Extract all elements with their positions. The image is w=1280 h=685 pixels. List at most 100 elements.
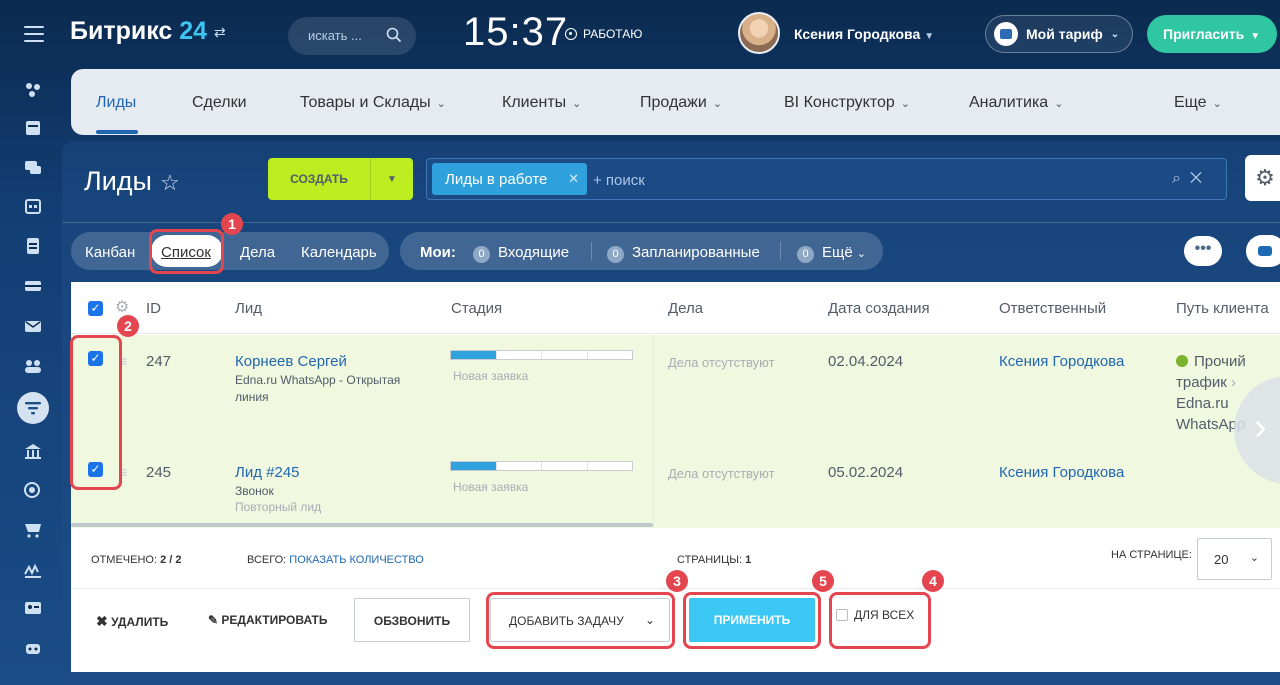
portal-switch-icon[interactable]: ⇄ — [214, 24, 226, 41]
delete-button[interactable]: ✖ УДАЛИТЬ — [96, 613, 168, 630]
star-icon[interactable]: ☆ — [160, 170, 180, 196]
filter-actions[interactable]: ⌕ ✕ — [1172, 170, 1202, 188]
responsible-link[interactable]: Ксения Городкова — [999, 464, 1124, 481]
tasks-icon[interactable] — [24, 120, 42, 136]
view-calendar[interactable]: Календарь — [301, 244, 377, 261]
col-id[interactable]: ID — [146, 300, 161, 317]
calendar-icon[interactable] — [24, 198, 42, 214]
highlight-row-checkboxes — [70, 335, 122, 490]
menu-item-bi[interactable]: BI Конструктор ⌄ — [784, 94, 910, 112]
mail-icon[interactable] — [24, 318, 42, 334]
chat-icon[interactable] — [24, 160, 42, 176]
caret-down-icon: ▼ — [924, 31, 935, 42]
search-icon — [386, 27, 402, 43]
filter-search-input[interactable]: + поиск — [593, 172, 645, 189]
search-icon[interactable]: ⌕ — [1172, 170, 1181, 187]
activity-status: Дела отсутствуют — [668, 355, 775, 370]
caret-down-icon[interactable]: ▼ — [370, 158, 413, 200]
settings-gear-icon[interactable]: ⚙ — [1245, 155, 1280, 201]
grid-header: ✓ ⚙ ID Лид Стадия Дела Дата создания Отв… — [71, 282, 1280, 334]
global-search[interactable]: искать ... — [288, 17, 416, 55]
lead-source: Edna.ru WhatsApp - Открытая линия — [235, 373, 401, 404]
view-kanban[interactable]: Канбан — [85, 244, 135, 261]
counters-label: Мои: — [420, 244, 456, 261]
table-row[interactable]: ✓ ≡ 245 Лид #245 Звонок Повторный лид Но… — [71, 446, 1280, 528]
view-activities[interactable]: Дела — [240, 244, 275, 261]
close-icon[interactable]: ✕ — [568, 171, 579, 187]
menu-item-leads[interactable]: Лиды — [96, 94, 136, 112]
select-all-checkbox[interactable]: ✓ — [88, 301, 103, 316]
bank-icon[interactable] — [24, 444, 42, 460]
horizontal-scrollbar[interactable] — [71, 523, 653, 527]
record-icon — [565, 28, 577, 40]
highlight-apply — [683, 592, 821, 649]
col-lead[interactable]: Лид — [235, 300, 262, 317]
create-button-label[interactable]: СОЗДАТЬ — [268, 158, 370, 200]
document-icon[interactable] — [24, 238, 42, 254]
menu-item-products[interactable]: Товары и Склады ⌄ — [300, 94, 446, 112]
robot-icon[interactable] — [24, 640, 42, 656]
more-dots-icon[interactable]: ••• — [1184, 236, 1222, 266]
created-date: 05.02.2024 — [828, 464, 904, 481]
briefcase-icon — [994, 22, 1018, 46]
pencil-icon: ✎ — [208, 613, 219, 627]
avatar[interactable] — [738, 12, 780, 54]
lead-id: 245 — [146, 464, 172, 481]
target-icon[interactable] — [24, 482, 42, 498]
pages-info: СТРАНИЦЫ: 1 — [677, 554, 752, 566]
counter-more[interactable]: 0 Ещё ⌄ — [797, 244, 866, 263]
grid-settings-gear-icon[interactable]: ⚙ — [115, 297, 129, 317]
per-page-label: НА СТРАНИЦЕ: — [1111, 549, 1192, 561]
edit-button[interactable]: ✎ РЕДАКТИРОВАТЬ — [208, 613, 327, 627]
work-status[interactable]: РАБОТАЮ — [565, 27, 642, 41]
show-count-link[interactable]: ПОКАЗАТЬ КОЛИЧЕСТВО — [289, 554, 424, 566]
col-client-path[interactable]: Путь клиента — [1176, 300, 1269, 317]
menu-item-sales[interactable]: Продажи ⌄ — [640, 94, 722, 112]
sign-icon[interactable] — [24, 562, 42, 578]
crm-filter-icon[interactable] — [17, 392, 49, 424]
tariff-button[interactable]: Мой тариф ⌄ — [985, 15, 1133, 53]
menu-item-analytics[interactable]: Аналитика ⌄ — [969, 94, 1063, 112]
step-badge: 1 — [221, 213, 243, 235]
user-menu[interactable]: Ксения Городкова ▼ — [794, 26, 934, 42]
lead-name-link[interactable]: Лид #245 — [235, 464, 300, 481]
chevron-down-icon: ⌄ — [1110, 28, 1120, 40]
col-stage[interactable]: Стадия — [451, 300, 502, 317]
stage-progress[interactable] — [450, 350, 633, 360]
logo[interactable]: Битрикс 24 — [70, 17, 207, 46]
clock[interactable]: 15:37 — [463, 10, 568, 55]
lead-name-link[interactable]: Корнеев Сергей — [235, 353, 347, 370]
invite-button[interactable]: Пригласить ▼ — [1147, 15, 1277, 53]
highlight-for-all — [829, 592, 931, 649]
left-sidebar — [0, 68, 65, 685]
contact-card-icon[interactable] — [24, 600, 42, 616]
menu-item-deals[interactable]: Сделки — [192, 94, 247, 112]
lead-source: Звонок — [235, 484, 274, 498]
chevron-down-icon: ⌄ — [1054, 98, 1064, 110]
counter-planned[interactable]: 0 Запланированные — [607, 244, 760, 263]
counter-incoming[interactable]: 0 Входящие — [473, 244, 569, 263]
stage-progress[interactable] — [450, 461, 633, 471]
dial-button[interactable]: ОБЗВОНИТЬ — [354, 598, 470, 642]
per-page-select[interactable]: 20 ⌄ — [1197, 538, 1272, 580]
col-responsible[interactable]: Ответственный — [999, 300, 1106, 317]
chevron-down-icon: ⌄ — [436, 98, 446, 110]
filter-chip[interactable]: Лиды в работе ✕ — [432, 163, 587, 195]
menu-item-clients[interactable]: Клиенты ⌄ — [502, 94, 581, 112]
responsible-link[interactable]: Ксения Городкова — [999, 353, 1124, 370]
menu-toggle-icon[interactable] — [24, 26, 44, 42]
feed-icon[interactable] — [24, 82, 42, 98]
employees-icon[interactable] — [24, 358, 42, 374]
create-button[interactable]: СОЗДАТЬ ▼ — [268, 158, 413, 200]
cart-icon[interactable] — [24, 522, 42, 538]
stage-label: Новая заявка — [453, 480, 529, 494]
menu-item-more[interactable]: Еще ⌄ — [1174, 94, 1222, 112]
drive-icon[interactable] — [24, 278, 42, 294]
col-created[interactable]: Дата создания — [828, 300, 930, 317]
clear-icon[interactable]: ✕ — [1190, 170, 1202, 187]
total-count: ВСЕГО: ПОКАЗАТЬ КОЛИЧЕСТВО — [247, 554, 424, 566]
col-activities[interactable]: Дела — [668, 300, 703, 317]
selected-count: ОТМЕЧЕНО: 2 / 2 — [91, 554, 182, 566]
automation-robot-icon[interactable] — [1246, 235, 1280, 267]
table-row[interactable]: ✓ ≡ 247 Корнеев Сергей Edna.ru WhatsApp … — [71, 335, 1280, 446]
